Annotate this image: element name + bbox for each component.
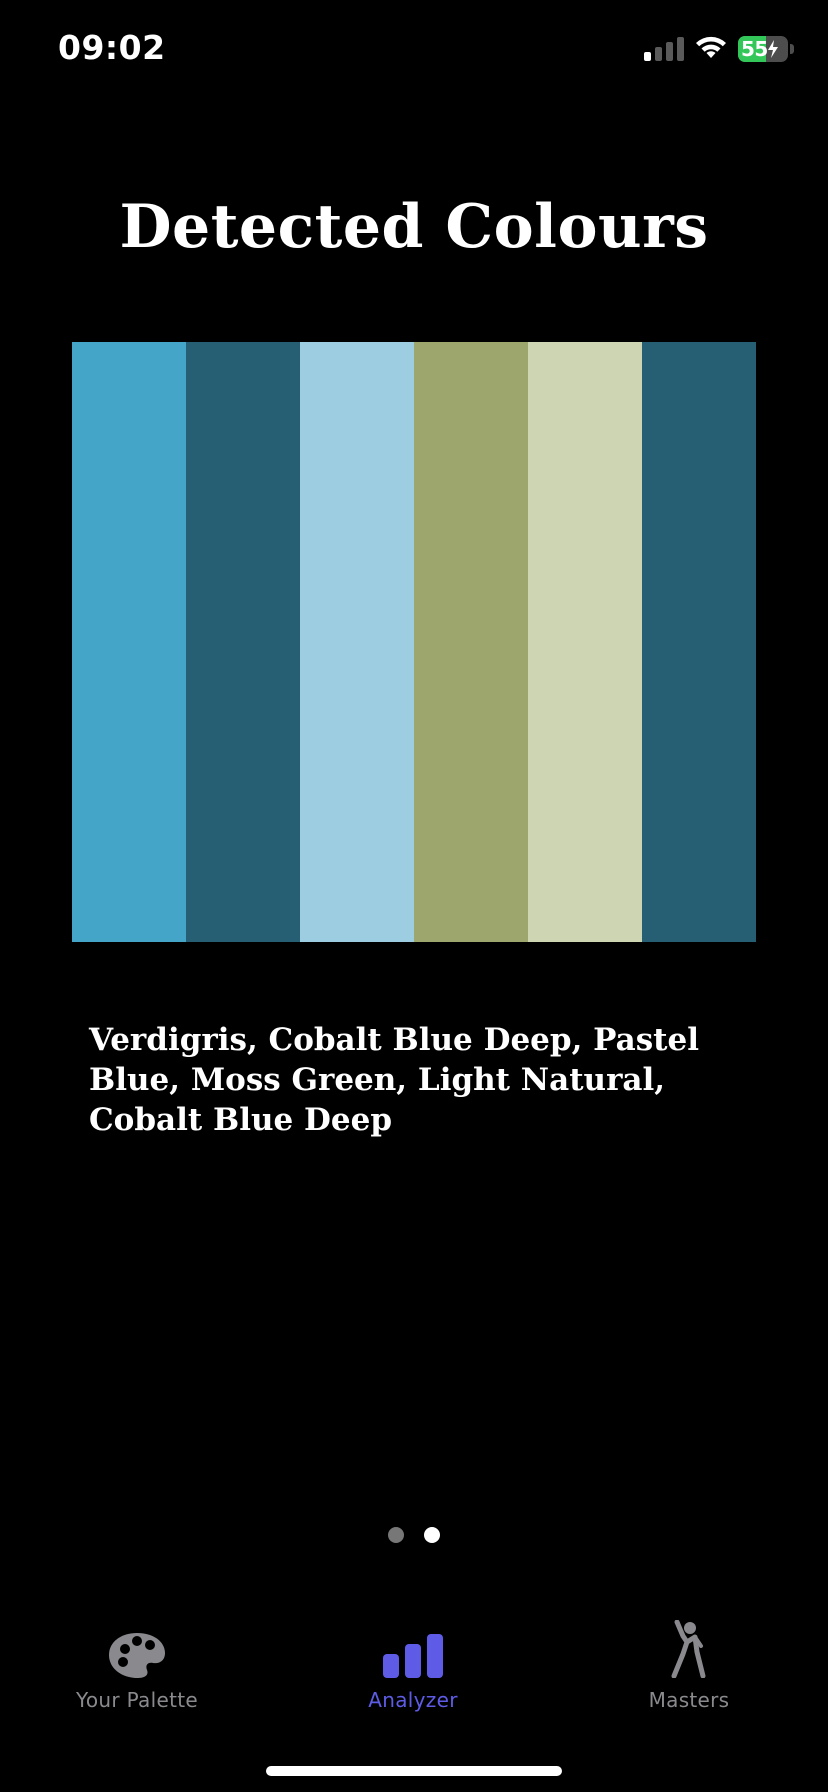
colour-swatch: [186, 342, 300, 942]
colour-swatch: [414, 342, 528, 942]
colour-swatch: [528, 342, 642, 942]
palette-icon: [102, 1620, 172, 1678]
page-dot[interactable]: [424, 1527, 440, 1543]
colour-swatch: [642, 342, 756, 942]
colour-names: Verdigris, Cobalt Blue Deep, Pastel Blue…: [89, 1022, 699, 1138]
battery-cap: [790, 44, 794, 54]
tab-analyzer[interactable]: Analyzer: [313, 1620, 513, 1730]
signal-icon: [644, 37, 684, 61]
status-bar: 09:02 55: [0, 0, 828, 100]
status-icons: 55: [644, 34, 794, 64]
tab-masters[interactable]: Masters: [589, 1620, 789, 1730]
battery-icon: 55: [738, 36, 788, 62]
bar-chart-icon: [378, 1620, 448, 1678]
tab-label: Your Palette: [76, 1688, 198, 1712]
battery-percentage: 55: [741, 37, 768, 61]
figure-icon: [654, 1620, 724, 1678]
page-indicator[interactable]: [0, 1527, 828, 1543]
tab-label: Analyzer: [368, 1688, 458, 1712]
home-indicator[interactable]: [266, 1766, 562, 1776]
page-title: Detected Colours: [119, 192, 709, 262]
page-dot[interactable]: [388, 1527, 404, 1543]
colour-swatch: [72, 342, 186, 942]
wifi-icon: [694, 34, 728, 65]
tab-your-palette[interactable]: Your Palette: [37, 1620, 237, 1730]
tab-label: Masters: [648, 1688, 730, 1712]
tab-bar: Your Palette Analyzer Masters: [0, 1620, 828, 1730]
status-time: 09:02: [58, 28, 166, 67]
colour-palette: [72, 342, 756, 942]
colour-swatch: [300, 342, 414, 942]
